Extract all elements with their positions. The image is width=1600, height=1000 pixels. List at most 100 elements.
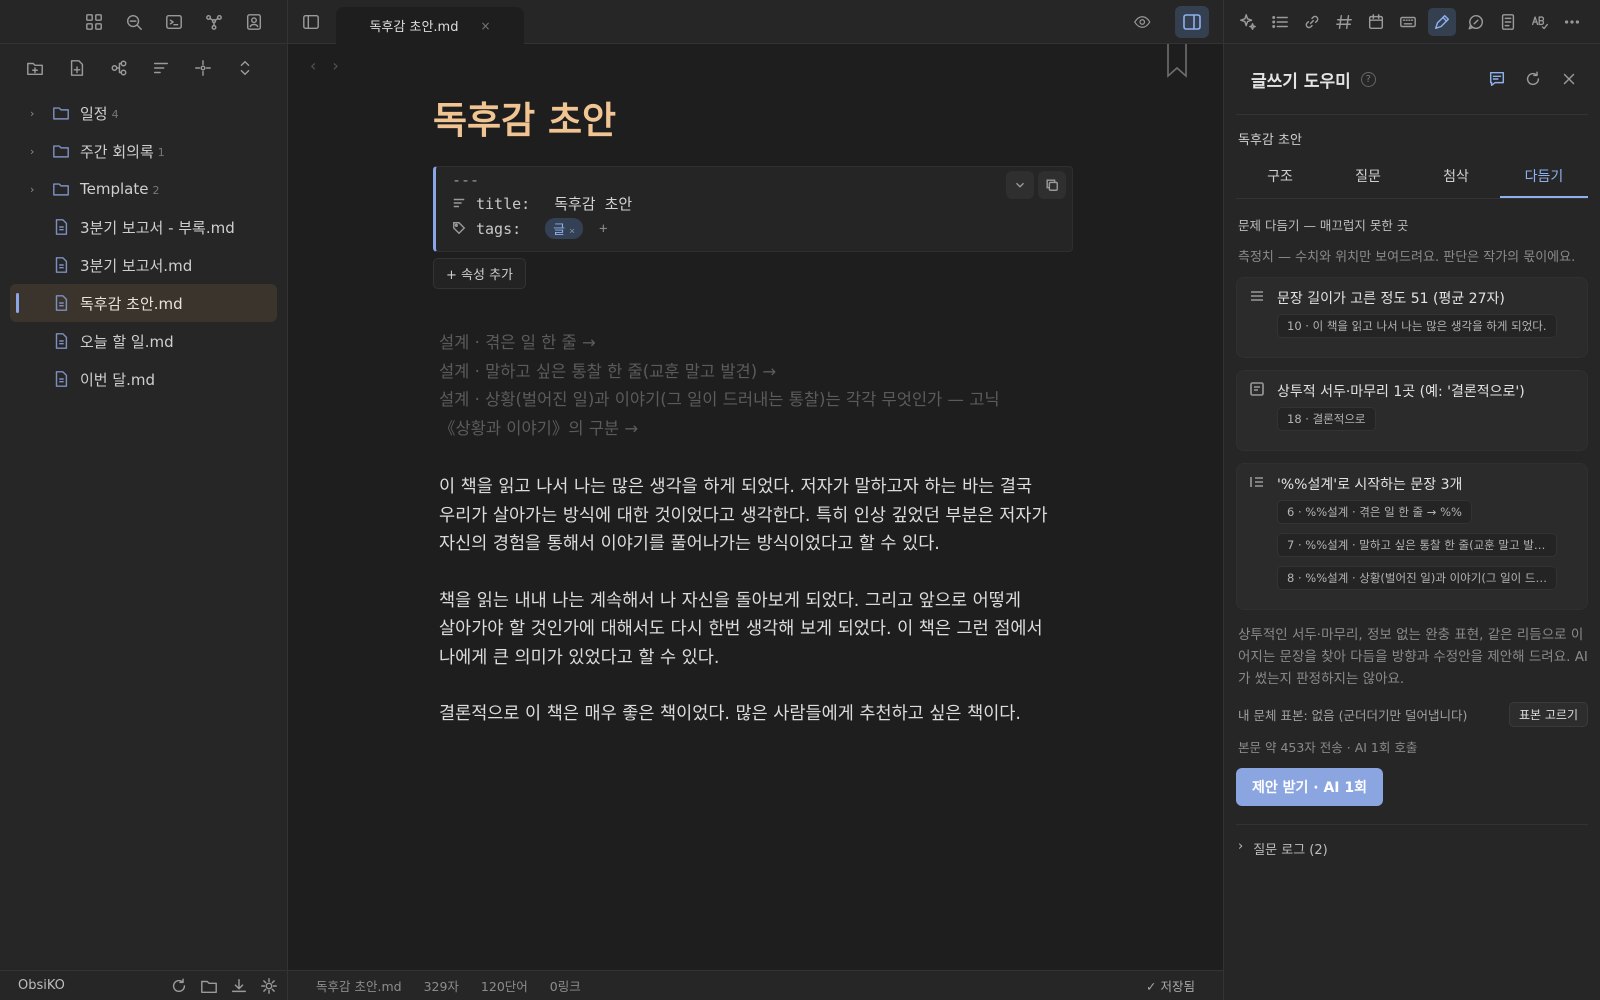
finding-card[interactable]: '%%설계'로 시작하는 문장 3개 6 · %%설계 · 겪은 일 한 줄 → … <box>1236 463 1588 610</box>
tree-item-label: 독후감 초안.md <box>80 294 183 313</box>
tab-active-note[interactable]: 독후감 초안.md × <box>336 7 524 44</box>
finding-location-chip[interactable]: 10 · 이 책을 읽고 나서 나는 많은 생각을 하게 되었다. <box>1277 314 1557 338</box>
refresh-icon[interactable] <box>168 975 190 997</box>
list-icon <box>1249 474 1267 492</box>
finding-card[interactable]: 상투적 서두·마무리 1곳 (예: '결론적으로') 18 · 결론적으로 <box>1236 370 1588 451</box>
add-property-button[interactable]: + 속성 추가 <box>433 258 526 289</box>
folder-icon <box>52 142 70 160</box>
sidebar-toggle-icon[interactable] <box>300 11 322 33</box>
chevron-down-icon[interactable] <box>1006 171 1034 199</box>
status-chars: 329자 <box>423 979 459 994</box>
bullet-list-icon[interactable] <box>1268 11 1292 33</box>
terminal-icon[interactable] <box>163 11 185 33</box>
sort-icon[interactable] <box>150 57 172 79</box>
grid-icon[interactable] <box>83 11 105 33</box>
file-tree: › 일정 4 › 주간 회의록 1 › Template 2 3분기 보고서 - 부록.md 3분기… <box>0 92 287 398</box>
bookmark-icon[interactable] <box>1165 44 1189 82</box>
file-item[interactable]: 3분기 보고서.md <box>10 246 277 284</box>
panel-tab[interactable]: 구조 <box>1236 158 1324 198</box>
status-file: 독후감 초안.md <box>316 979 402 994</box>
style-sample-label: 내 문체 표본: 없음 (군더더기만 덜어냅니다) <box>1238 708 1468 723</box>
section-note: 측정치 — 수치와 위치만 보여드려요. 판단은 작가의 몫이에요. <box>1238 250 1576 265</box>
finding-location-chip[interactable]: 18 · 결론적으로 <box>1277 407 1376 431</box>
nav-row: ‹ › <box>288 44 1223 86</box>
document: 독후감 초안 --- title: 독후감 초안 tags: 글 × + + 속성… <box>433 90 1073 757</box>
panel-tab[interactable]: 첨삭 <box>1412 158 1500 198</box>
download-icon[interactable] <box>228 975 250 997</box>
tree-item-label: 일정 <box>80 104 108 123</box>
new-folder-icon[interactable] <box>24 57 46 79</box>
tab-close-icon[interactable]: × <box>480 19 490 33</box>
forward-icon[interactable]: › <box>332 56 338 75</box>
help-icon[interactable]: ? <box>1360 71 1376 87</box>
hierarchy-icon[interactable] <box>108 57 130 79</box>
property-value-title[interactable]: 독후감 초안 <box>554 193 632 214</box>
finding-location-chip[interactable]: 6 · %%설계 · 겪은 일 한 줄 → %% <box>1277 500 1472 524</box>
property-tags[interactable]: tags: 글 × + <box>452 216 1060 241</box>
file-item[interactable]: 오늘 할 일.md <box>10 322 277 360</box>
frontmatter-block[interactable]: --- title: 독후감 초안 tags: 글 × + <box>433 166 1073 252</box>
chevron-right-icon[interactable]: › <box>30 145 44 158</box>
design-comment-line: 설계 · 상황(벌어진 일)과 이야기(그 일이 드러내는 통찰)는 각각 무엇… <box>439 390 1000 409</box>
question-log-toggle[interactable]: › 질문 로그 (2) <box>1236 824 1588 858</box>
keyboard-icon[interactable] <box>1396 11 1420 33</box>
property-title[interactable]: title: 독후감 초안 <box>452 191 1060 216</box>
contact-icon[interactable] <box>243 11 265 33</box>
panel-tab[interactable]: 질문 <box>1324 158 1412 198</box>
chevron-right-icon[interactable]: › <box>30 183 44 196</box>
reading-view-icon[interactable] <box>1125 11 1161 33</box>
page-icon[interactable] <box>1496 11 1520 33</box>
spellcheck-icon[interactable] <box>1528 11 1552 33</box>
back-icon[interactable]: ‹ <box>310 56 316 75</box>
finding-title: '%%설계'로 시작하는 문장 3개 <box>1277 477 1463 493</box>
tag-pill[interactable]: 글 × <box>545 218 584 239</box>
more-options-icon[interactable] <box>1560 11 1584 33</box>
copy-icon[interactable] <box>1038 171 1066 199</box>
folder-item[interactable]: › Template 2 <box>10 170 277 208</box>
vault-name[interactable]: ObsiKO <box>18 978 168 993</box>
refresh-icon[interactable] <box>1522 68 1544 90</box>
body-text[interactable]: 이 책을 읽고 나서 나는 많은 생각을 하게 되었다. 저자가 말하고자 하는… <box>433 473 1073 729</box>
graph-icon[interactable] <box>203 11 225 33</box>
property-key-title: title: <box>476 194 531 213</box>
finding-cards: 문장 길이가 고른 정도 51 (평균 27자) 10 · 이 책을 읽고 나서 … <box>1224 277 1600 610</box>
finding-title: 상투적 서두·마무리 1곳 (예: '결론적으로') <box>1277 384 1525 400</box>
finding-location-chip[interactable]: 7 · %%설계 · 말하고 싶은 통찰 한 줄(교훈 말고 발견... <box>1277 533 1557 557</box>
expand-collapse-icon[interactable] <box>234 57 256 79</box>
file-item[interactable]: 3분기 보고서 - 부록.md <box>10 208 277 246</box>
tree-item-label: Template <box>80 180 149 198</box>
panel-header: 글쓰기 도우미 ? <box>1224 44 1600 114</box>
question-log-label: 질문 로그 (2) <box>1253 843 1328 858</box>
comment-icon[interactable] <box>1486 68 1508 90</box>
new-note-icon[interactable] <box>66 57 88 79</box>
tag-remove-icon[interactable]: × <box>569 226 575 237</box>
folder-icon <box>52 180 70 198</box>
folder-icon[interactable] <box>198 975 220 997</box>
close-icon[interactable] <box>1558 68 1580 90</box>
choose-sample-button[interactable]: 표본 고르기 <box>1508 702 1588 727</box>
search-icon[interactable] <box>123 11 145 33</box>
sparkle-icon[interactable] <box>1236 11 1260 33</box>
panel-tab[interactable]: 다듬기 <box>1500 158 1588 198</box>
finding-card[interactable]: 문장 길이가 고른 정도 51 (평균 27자) 10 · 이 책을 읽고 나서 … <box>1236 277 1588 358</box>
right-sidebar-toggle-icon[interactable] <box>1175 6 1209 38</box>
file-item[interactable]: 독후감 초안.md <box>10 284 277 322</box>
hashtag-icon[interactable] <box>1332 11 1356 33</box>
calendar-icon[interactable] <box>1364 11 1388 33</box>
body-paragraph: 이 책을 읽고 나서 나는 많은 생각을 하게 되었다. 저자가 말하고자 하는… <box>439 477 1048 554</box>
doc-title[interactable]: 독후감 초안 <box>433 90 1073 144</box>
chevron-right-icon[interactable]: › <box>30 107 44 120</box>
focus-icon[interactable] <box>192 57 214 79</box>
settings-gear-icon[interactable] <box>258 975 280 997</box>
left-sidebar: › 일정 4 › 주간 회의록 1 › Template 2 3분기 보고서 - 부록.md 3분기… <box>0 0 288 1000</box>
pen-icon[interactable] <box>1428 7 1456 36</box>
chat-edit-icon[interactable] <box>1464 11 1488 33</box>
finding-location-chip[interactable]: 8 · %%설계 · 상황(벌어진 일)과 이야기(그 일이 드러... <box>1277 566 1557 590</box>
link-icon[interactable] <box>1300 11 1324 33</box>
style-sample-row: 내 문체 표본: 없음 (군더더기만 덜어냅니다) 표본 고르기 <box>1238 702 1588 727</box>
file-item[interactable]: 이번 달.md <box>10 360 277 398</box>
folder-item[interactable]: › 일정 4 <box>10 94 277 132</box>
folder-item[interactable]: › 주간 회의록 1 <box>10 132 277 170</box>
get-suggestions-button[interactable]: 제안 받기 · AI 1회 <box>1236 768 1383 806</box>
add-tag-button[interactable]: + <box>599 221 607 237</box>
